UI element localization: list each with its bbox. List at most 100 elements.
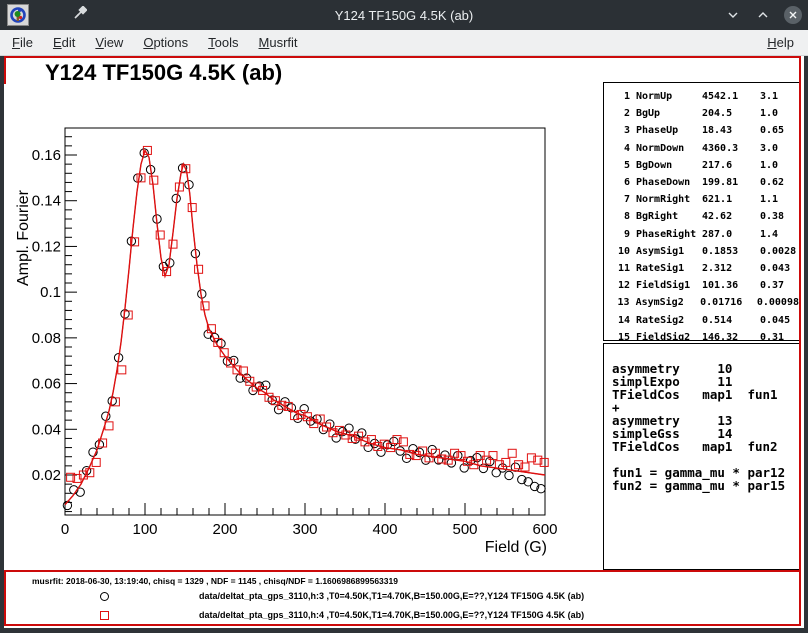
info-pad: musrfit: 2018-06-30, 13:19:40, chisq = 1… [4,570,801,626]
plot-title: Y124 TF150G 4.5K (ab) [45,60,282,85]
data-point-circle [332,434,340,442]
parameter-err: 1.4 [760,226,799,243]
parameter-err: 0.62 [760,174,799,191]
menu-item-view[interactable]: View [85,31,133,54]
menu-item-options[interactable]: Options [133,31,198,54]
parameter-name: RateSig2 [636,312,702,329]
menu-item-edit[interactable]: Edit [43,31,85,54]
parameter-name: BgUp [636,105,702,122]
parameter-num: 6 [610,174,630,191]
x-tick-label: 400 [372,521,397,538]
data-point-square [150,176,158,184]
x-tick-label: 0 [61,521,69,538]
menu-bar: FileEditViewOptionsToolsMusrfit Help [0,30,808,56]
parameter-name: NormDown [636,140,702,157]
parameter-name: BgDown [636,157,702,174]
parameter-num: 2 [610,105,630,122]
parameter-err: 0.0028 [760,243,799,260]
y-tick-label: 0.12 [32,238,61,255]
parameter-val: 204.5 [702,105,760,122]
parameter-num: 1 [610,88,630,105]
parameter-num: 14 [610,312,630,329]
canvas-highlight-left-stub [4,56,6,84]
parameter-val: 621.1 [702,191,760,208]
parameter-val: 287.0 [702,226,760,243]
close-button[interactable] [784,6,802,24]
canvas-highlight-top [4,56,801,58]
fit-parameter-box: 1 NormUp4542.13.1 2 BgUp204.5 1.0 3 PhaseUp18.… [603,82,800,341]
parameter-name: PhaseDown [636,174,702,191]
x-tick-label: 500 [452,521,477,538]
parameter-row: 11RateSig12.3120.043 [610,260,799,277]
app-window: Y124 TF150G 4.5K (ab) FileEditViewOption… [0,0,808,633]
data-point-circle [364,443,372,451]
parameter-err: 0.31 [760,329,799,341]
window-title: Y124 TF150G 4.5K (ab) [0,8,808,23]
maximize-button[interactable] [754,6,772,24]
y-tick-label: 0.04 [32,421,61,438]
parameter-row: 4NormDown4360.33.0 [610,140,799,157]
parameter-num: 10 [610,243,630,260]
parameter-row: 14RateSig20.5140.045 [610,312,799,329]
parameter-name: NormRight [636,191,702,208]
data-point-square [169,240,177,248]
parameter-name: FieldSig1 [636,277,702,294]
x-tick-label: 100 [132,521,157,538]
fit-curve-black [65,150,545,504]
parameter-val: 146.32 [702,329,760,341]
parameter-row: 7NormRight621.11.1 [610,191,799,208]
parameter-err: 1.0 [760,157,799,174]
menu-item-tools[interactable]: Tools [198,31,248,54]
menu-item-musrfit[interactable]: Musrfit [249,31,308,54]
y-tick-label: 0.02 [32,467,61,484]
parameter-err: 0.38 [760,208,799,225]
parameter-row: 3PhaseUp18.430.65 [610,122,799,139]
data-point-circle [390,437,398,445]
parameter-name: NormUp [636,88,702,105]
parameter-num: 3 [610,122,630,139]
parameter-num: 13 [610,294,630,311]
parameter-err: 3.1 [760,88,799,105]
x-axis-title: Field (G) [485,539,547,556]
parameter-row: 2BgUp204.51.0 [610,105,799,122]
y-tick-label: 0.16 [32,147,61,164]
menu-item-help[interactable]: Help [757,31,804,54]
parameter-val: 101.36 [702,277,760,294]
parameter-num: 15 [610,329,630,341]
parameter-row: 5BgDown217.61.0 [610,157,799,174]
parameter-val: 0.514 [702,312,760,329]
parameter-num: 8 [610,208,630,225]
data-point-square [508,449,516,457]
fit-status-line: musrfit: 2018-06-30, 13:19:40, chisq = 1… [32,576,398,586]
parameter-err: 1.1 [760,191,799,208]
y-axis-title: Ampl. Fourier [15,189,32,286]
data-point-square [188,204,196,212]
parameter-val: 2.312 [702,260,760,277]
title-bar[interactable]: Y124 TF150G 4.5K (ab) [0,0,808,30]
parameter-row: 12FieldSig1101.360.37 [610,277,799,294]
data-point-circle [262,381,270,389]
parameter-name: BgRight [636,208,702,225]
parameter-val: 4542.1 [702,88,760,105]
parameter-row: 15FieldSig2146.320.31 [610,329,799,341]
parameter-num: 5 [610,157,630,174]
y-tick-label: 0.14 [32,193,61,210]
parameter-val: 18.43 [702,122,760,139]
minimize-button[interactable] [724,6,742,24]
parameter-row: 13AsymSig20.017160.00098 [610,294,799,311]
x-tick-label: 600 [532,521,557,538]
root-canvas[interactable]: Y124 TF150G 4.5K (ab)0100200300400500600… [4,56,804,628]
y-tick-label: 0.1 [40,284,61,301]
parameter-val: 0.01716 [700,294,757,311]
parameter-val: 4360.3 [702,140,760,157]
parameter-num: 12 [610,277,630,294]
parameter-name: PhaseUp [636,122,702,139]
menu-item-file[interactable]: File [2,31,43,54]
parameter-num: 11 [610,260,630,277]
parameter-val: 0.1853 [702,243,760,260]
parameter-name: AsymSig2 [636,294,701,311]
data-point-circle [422,456,430,464]
parameter-num: 9 [610,226,630,243]
parameter-row: 8BgRight42.620.38 [610,208,799,225]
parameter-name: AsymSig1 [636,243,702,260]
